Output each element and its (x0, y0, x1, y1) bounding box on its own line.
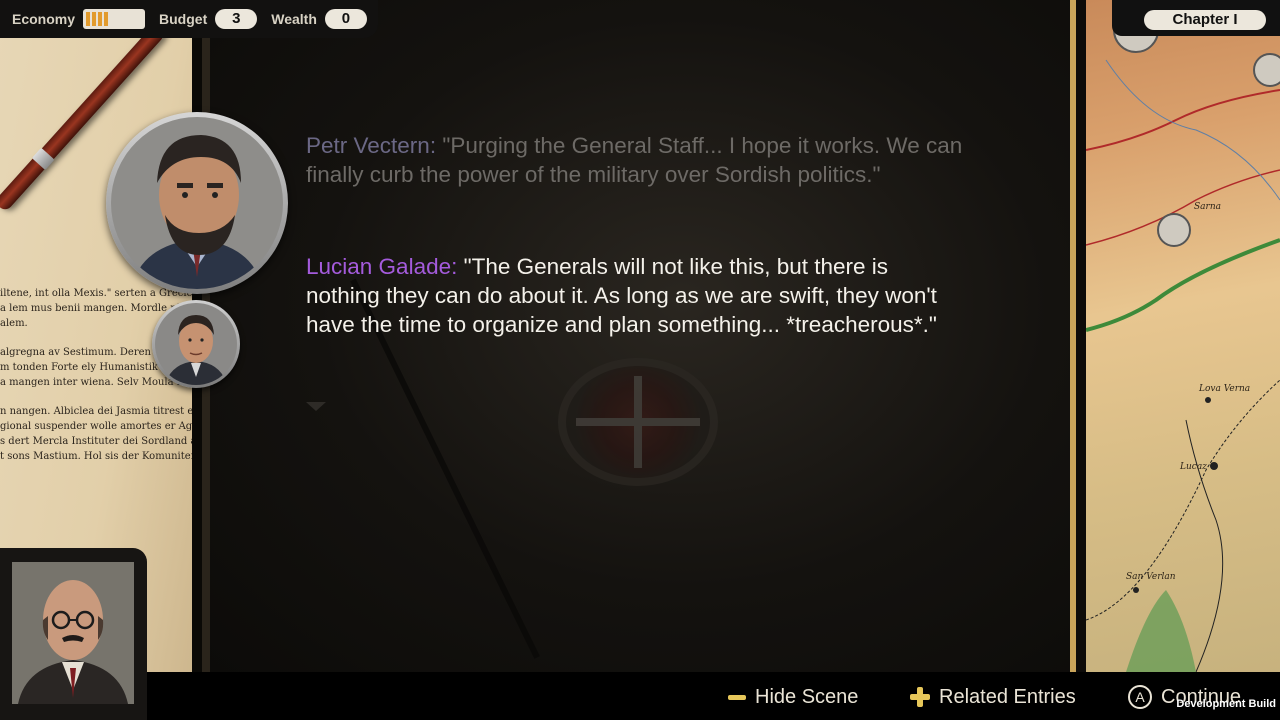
hide-scene-button[interactable]: Hide Scene (728, 684, 858, 710)
hide-scene-label: Hide Scene (755, 685, 859, 708)
plus-icon (910, 687, 930, 707)
economy-bar-segment (104, 12, 109, 26)
map-divider (1070, 0, 1086, 672)
resource-hud: Economy Budget 3 Wealth 0 (0, 0, 378, 38)
development-build-watermark: Development Build (1176, 698, 1276, 710)
emblem-decoration (558, 358, 718, 486)
speaker-name: Lucian Galade: (306, 254, 458, 279)
chapter-indicator: Chapter I (1144, 10, 1266, 30)
document-line: gional suspender wolle amortes er Agnard… (0, 421, 196, 432)
budget-value: 3 (215, 9, 258, 29)
economy-label: Economy (12, 11, 76, 27)
bald-man-with-glasses-portrait-icon (12, 562, 134, 704)
map-label: Sarna (1194, 202, 1221, 212)
budget-label: Budget (159, 11, 208, 27)
document-line: n nangen. Albiclea dei Jasmia titrest er… (0, 406, 196, 417)
wealth-label: Wealth (271, 11, 317, 27)
related-entries-label: Related Entries (939, 685, 1076, 708)
bottom-action-bar (0, 672, 1280, 720)
document-line: s dert Mercla Instituter dei Sordland ag… (0, 436, 196, 447)
speaker-portrait-large (106, 112, 288, 294)
minus-icon (728, 694, 746, 700)
dialogue-pane: Petr Vectern: "Purging the General Staff… (210, 0, 1070, 672)
more-text-arrow-icon (306, 402, 326, 411)
economy-bar-segment (98, 12, 103, 26)
economy-bar-segment (92, 12, 97, 26)
region-map: Sarna Lova Verna Lucaz San Verlan (1086, 0, 1280, 672)
map-label: Lucaz (1180, 462, 1207, 472)
dialogue-current[interactable]: Lucian Galade: "The Generals will not li… (306, 252, 966, 339)
a-button-icon: A (1128, 685, 1152, 709)
economy-bar-segment (86, 12, 91, 26)
speaker-portrait-small (152, 300, 240, 388)
speaker-name: Petr Vectern: (306, 133, 437, 158)
bearded-man-portrait-icon (111, 117, 283, 289)
player-portrait (12, 562, 134, 704)
wealth-value: 0 (324, 9, 367, 29)
economy-meter (83, 9, 146, 29)
man-portrait-icon (155, 303, 237, 385)
document-line: t sons Mastium. Hol sis der Komuniter el… (0, 451, 196, 462)
dialogue-previous: Petr Vectern: "Purging the General Staff… (306, 131, 966, 189)
map-label: Lova Verna (1199, 384, 1251, 394)
map-label: San Verlan (1126, 572, 1176, 582)
related-entries-button[interactable]: Related Entries (910, 684, 1076, 710)
map-terrain-icon (1086, 7, 1280, 672)
